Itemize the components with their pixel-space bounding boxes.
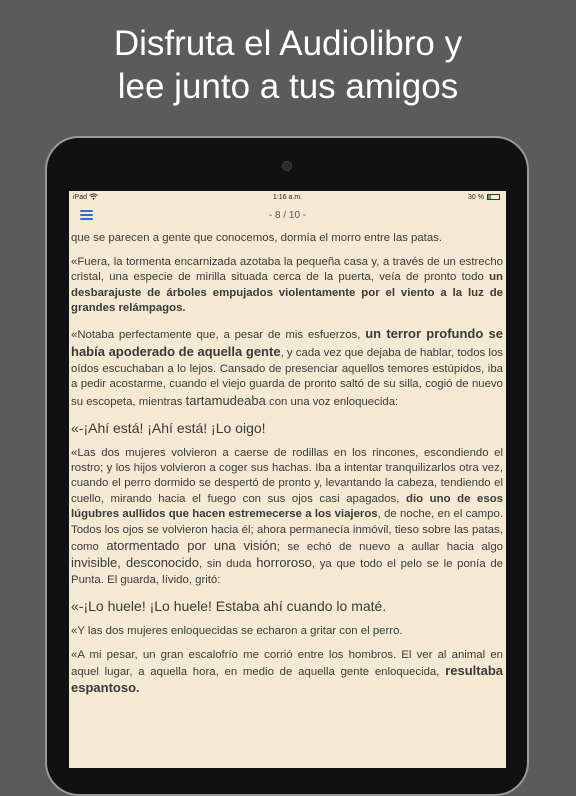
paragraph: «Notaba perfectamente que, a pesar de mi… [71, 326, 503, 408]
camera-icon [282, 161, 292, 171]
paragraph: «A mi pesar, un gran escalofrío me corri… [71, 648, 503, 696]
paragraph: «Fuera, la tormenta encarnizada azotaba … [71, 255, 503, 315]
highlighted-word: tartamudeaba [185, 392, 266, 408]
status-bar: iPad 1:16 a.m. 30 % [69, 191, 506, 204]
highlighted-phrase: invisible, desconocido [71, 555, 200, 571]
paragraph: «Y las dos mujeres enloquecidas se echar… [71, 624, 403, 637]
promo-headline: Disfruta el Audiolibro y lee junto a tus… [0, 22, 576, 108]
paragraph: «Las dos mujeres volvieron a caerse de r… [71, 446, 504, 586]
book-text: que se parecen a gente que conocemos, do… [71, 231, 503, 706]
highlighted-word: horroroso [256, 555, 312, 571]
paragraph: que se parecen a gente que conocemos, do… [71, 232, 443, 244]
headline-line-1: Disfruta el Audiolibro y [113, 24, 463, 63]
highlighted-phrase: atormentado por una visión [106, 538, 277, 553]
battery-fill [488, 195, 492, 199]
dialogue-line: «-¡Lo huele! ¡Lo huele! Estaba ahí cuand… [71, 597, 387, 614]
reader-toolbar: - 8 / 10 - [69, 205, 506, 227]
battery-icon [487, 194, 500, 200]
page-indicator: - 8 / 10 - [268, 210, 307, 221]
headline-line-2: lee junto a tus amigos [117, 67, 459, 106]
clock: 1:16 a.m. [272, 194, 303, 201]
battery-percent: 30 % [468, 194, 484, 201]
reader-screen: iPad 1:16 a.m. 30 % - 8 / 10 - que se pa… [69, 191, 506, 768]
dialogue-line: «-¡Ahí está! ¡Ahí está! ¡Lo oigo! [71, 419, 266, 436]
